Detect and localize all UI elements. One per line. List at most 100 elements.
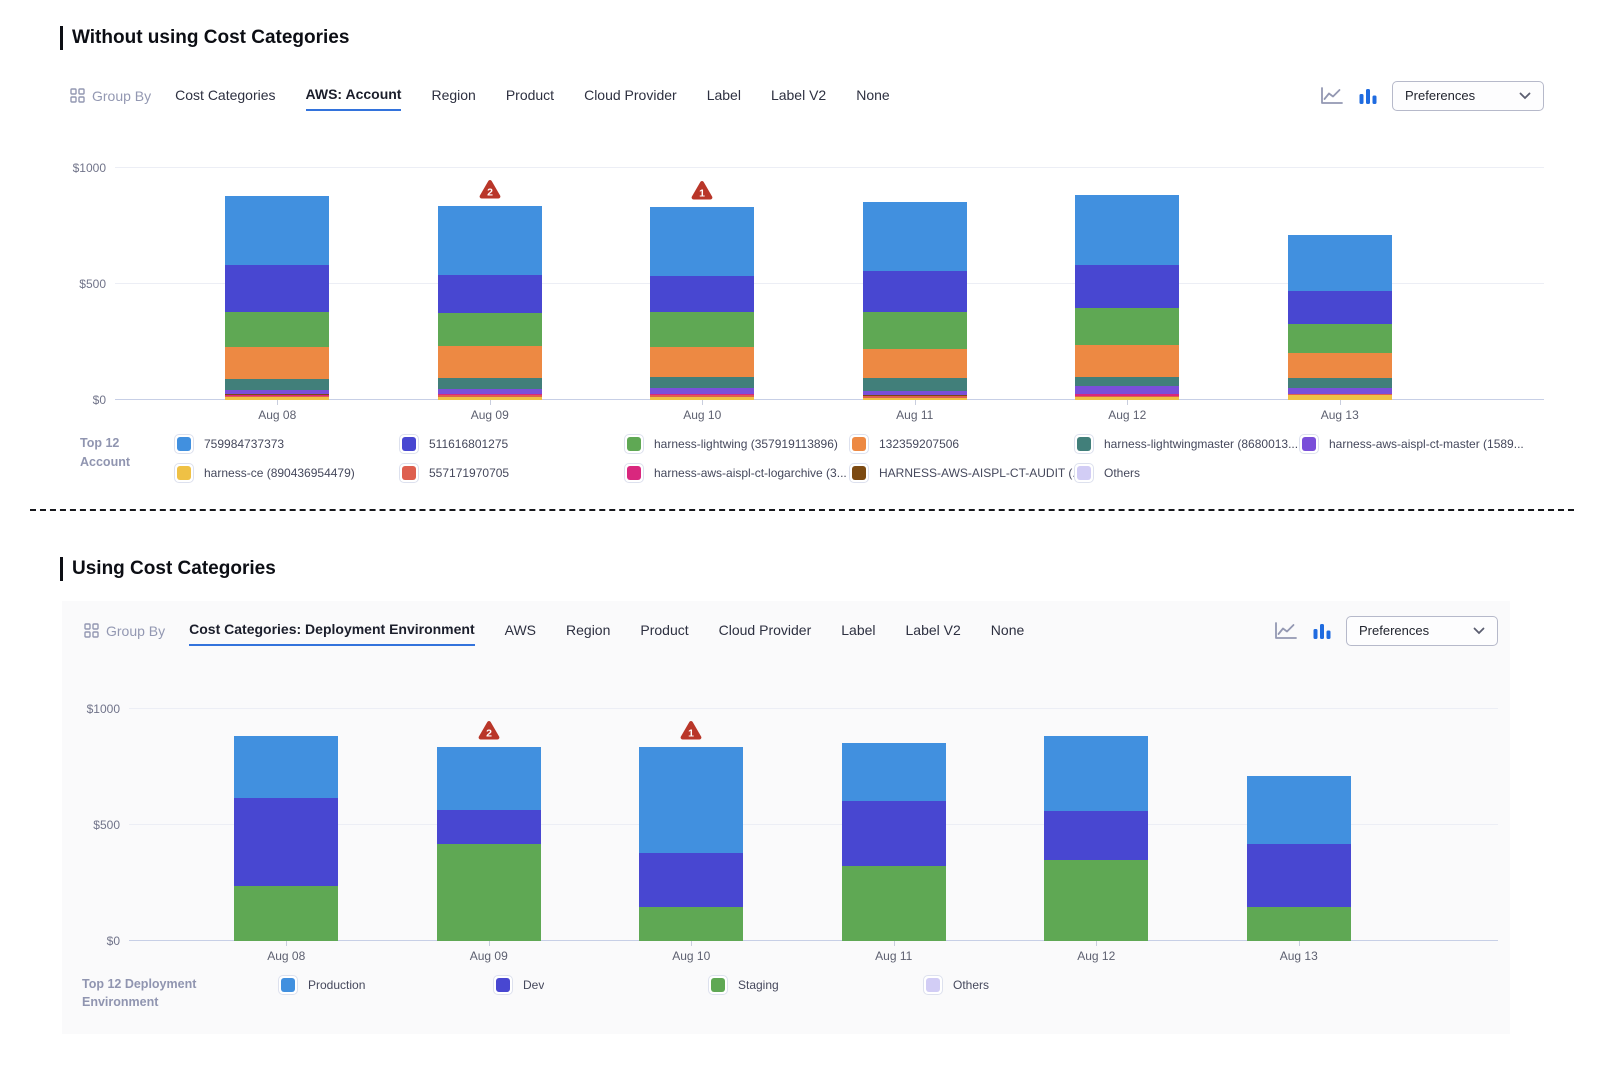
bar-segment[interactable]	[863, 378, 967, 391]
stacked-bar[interactable]	[437, 747, 541, 940]
preferences-button[interactable]: Preferences	[1392, 81, 1544, 111]
tab-label[interactable]: Label	[841, 616, 875, 645]
bar-segment[interactable]	[1288, 235, 1392, 291]
bar-segment[interactable]	[650, 207, 754, 276]
stacked-bar[interactable]	[1044, 736, 1148, 940]
bar-segment[interactable]	[1288, 378, 1392, 388]
bar-segment[interactable]	[1288, 291, 1392, 323]
stacked-bar[interactable]	[650, 207, 754, 400]
tab-region[interactable]: Region	[431, 81, 475, 110]
stacked-bar[interactable]	[225, 196, 329, 400]
tab-cost-categories-deployment-environment[interactable]: Cost Categories: Deployment Environment	[189, 615, 475, 646]
tab-label[interactable]: Label	[707, 81, 741, 110]
bar-segment[interactable]	[863, 349, 967, 379]
bar-segment[interactable]	[438, 378, 542, 389]
stacked-bar[interactable]	[863, 202, 967, 400]
bar-segment[interactable]	[438, 275, 542, 313]
tab-none[interactable]: None	[991, 616, 1024, 645]
bar-segment[interactable]	[225, 379, 329, 389]
legend-item[interactable]: Dev	[493, 975, 708, 995]
bar-segment[interactable]	[650, 276, 754, 312]
bar-segment[interactable]	[650, 347, 754, 378]
bar-segment[interactable]	[1075, 195, 1179, 264]
anomaly-badge[interactable]: 2	[478, 179, 502, 200]
bar-segment[interactable]	[1288, 353, 1392, 378]
tab-aws-account[interactable]: AWS: Account	[306, 80, 402, 111]
bar-segment[interactable]	[650, 377, 754, 387]
legend-item[interactable]: 759984737373	[174, 434, 399, 454]
line-chart-toggle-icon[interactable]	[1274, 621, 1298, 641]
legend-item[interactable]: Others	[1074, 463, 1299, 483]
preferences-button[interactable]: Preferences	[1346, 616, 1498, 646]
anomaly-badge[interactable]: 1	[690, 180, 714, 201]
stacked-bar[interactable]	[1288, 235, 1392, 400]
bar-segment[interactable]	[639, 747, 743, 853]
tab-label-v2[interactable]: Label V2	[906, 616, 961, 645]
tab-product[interactable]: Product	[640, 616, 688, 645]
legend-item[interactable]: harness-ce (890436954479)	[174, 463, 399, 483]
bar-segment[interactable]	[1247, 844, 1351, 907]
bar-segment[interactable]	[225, 196, 329, 265]
bar-segment[interactable]	[1044, 860, 1148, 940]
bar-segment[interactable]	[1288, 324, 1392, 354]
stacked-bar[interactable]	[438, 206, 542, 399]
bar-segment[interactable]	[650, 312, 754, 346]
bar-segment[interactable]	[639, 907, 743, 941]
bar-segment[interactable]	[842, 743, 946, 802]
stacked-bar[interactable]	[1075, 195, 1179, 399]
bar-segment[interactable]	[234, 736, 338, 797]
legend-item[interactable]: 557171970705	[399, 463, 624, 483]
bar-segment[interactable]	[842, 801, 946, 866]
bar-segment[interactable]	[1075, 345, 1179, 377]
bar-segment[interactable]	[438, 346, 542, 378]
tab-none[interactable]: None	[856, 81, 889, 110]
bar-segment[interactable]	[1075, 308, 1179, 346]
bar-segment[interactable]	[863, 202, 967, 271]
bar-segment[interactable]	[438, 313, 542, 346]
bar-segment[interactable]	[639, 853, 743, 907]
legend-item[interactable]: Others	[923, 975, 1138, 995]
bar-segment[interactable]	[225, 265, 329, 312]
stacked-bar[interactable]	[639, 747, 743, 940]
legend-item[interactable]: 511616801275	[399, 434, 624, 454]
tab-cloud-provider[interactable]: Cloud Provider	[584, 81, 677, 110]
bar-segment[interactable]	[863, 271, 967, 312]
bar-segment[interactable]	[437, 810, 541, 844]
bar-segment[interactable]	[863, 312, 967, 349]
bar-segment[interactable]	[1075, 265, 1179, 308]
bar-chart-toggle-icon[interactable]	[1312, 621, 1332, 641]
bar-chart-toggle-icon[interactable]	[1358, 86, 1378, 106]
tab-label-v2[interactable]: Label V2	[771, 81, 826, 110]
tab-cloud-provider[interactable]: Cloud Provider	[719, 616, 812, 645]
stacked-bar[interactable]	[234, 736, 338, 940]
bar-segment[interactable]	[234, 886, 338, 940]
stacked-bar[interactable]	[842, 743, 946, 941]
bar-segment[interactable]	[437, 747, 541, 810]
legend-item[interactable]: harness-aws-aispl-ct-logarchive (3...	[624, 463, 849, 483]
bar-segment[interactable]	[1075, 386, 1179, 393]
legend-item[interactable]: harness-lightwing (357919113896)	[624, 434, 849, 454]
legend-item[interactable]: harness-aws-aispl-ct-master (1589...	[1299, 434, 1524, 454]
bar-segment[interactable]	[225, 347, 329, 379]
bar-segment[interactable]	[234, 798, 338, 886]
tab-aws[interactable]: AWS	[505, 616, 536, 645]
legend-item[interactable]: harness-lightwingmaster (8680013...	[1074, 434, 1299, 454]
anomaly-badge[interactable]: 2	[477, 720, 501, 741]
bar-segment[interactable]	[1075, 377, 1179, 386]
bar-segment[interactable]	[1044, 811, 1148, 860]
legend-item[interactable]: Production	[278, 975, 493, 995]
tab-cost-categories[interactable]: Cost Categories	[175, 81, 275, 110]
bar-segment[interactable]	[842, 866, 946, 940]
bar-segment[interactable]	[1247, 907, 1351, 941]
tab-region[interactable]: Region	[566, 616, 610, 645]
legend-item[interactable]: Staging	[708, 975, 923, 995]
bar-segment[interactable]	[1044, 736, 1148, 811]
line-chart-toggle-icon[interactable]	[1320, 86, 1344, 106]
legend-item[interactable]: 132359207506	[849, 434, 1074, 454]
tab-product[interactable]: Product	[506, 81, 554, 110]
stacked-bar[interactable]	[1247, 776, 1351, 941]
bar-segment[interactable]	[1247, 776, 1351, 844]
legend-item[interactable]: HARNESS-AWS-AISPL-CT-AUDIT (...	[849, 463, 1074, 483]
anomaly-badge[interactable]: 1	[679, 720, 703, 741]
bar-segment[interactable]	[437, 844, 541, 941]
